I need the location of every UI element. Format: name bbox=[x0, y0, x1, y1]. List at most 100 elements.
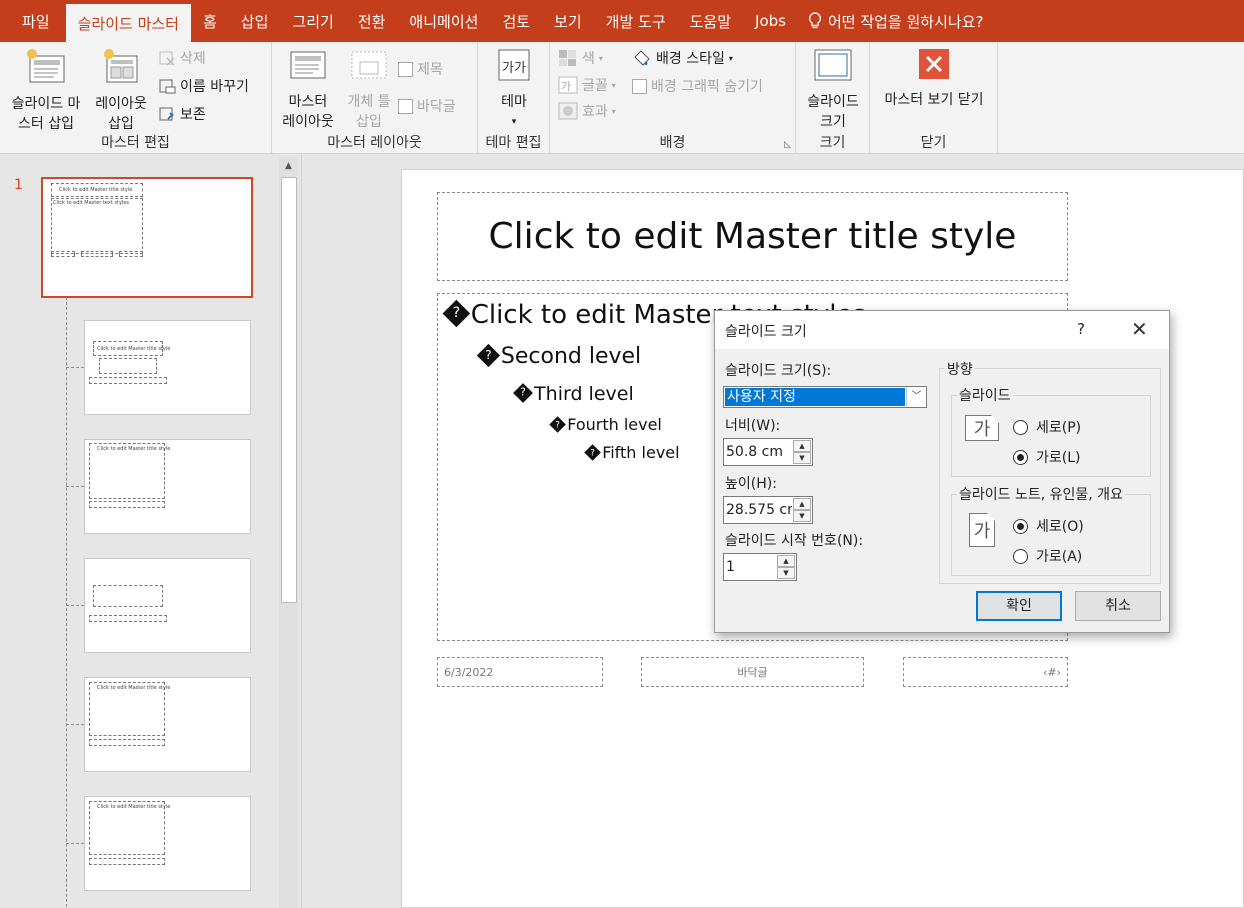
tab-insert[interactable]: 삽입 bbox=[229, 0, 281, 42]
thumb5-footer bbox=[89, 739, 165, 746]
title-check-box[interactable] bbox=[398, 61, 413, 77]
level-4-text: Fourth level bbox=[567, 415, 662, 434]
close-master-view-button[interactable]: 마스터 보기 닫기 bbox=[874, 48, 994, 110]
title-placeholder[interactable]: Click to edit Master title style bbox=[437, 192, 1068, 281]
tell-me-box[interactable]: 어떤 작업을 원하시나요? bbox=[798, 0, 983, 42]
scroll-thumb[interactable] bbox=[281, 177, 297, 603]
insert-layout-button[interactable]: 레이아웃 삽입 bbox=[90, 48, 152, 134]
notes-portrait-circle[interactable] bbox=[1013, 518, 1028, 534]
width-up-icon[interactable]: ▲ bbox=[793, 440, 811, 452]
footer-check-label: 바닥글 bbox=[417, 99, 456, 115]
height-spinner[interactable]: 28.575 cm ▲ ▼ bbox=[723, 496, 813, 524]
level-4-bullet-icon bbox=[549, 415, 566, 433]
themes-icon: 가가 bbox=[498, 49, 530, 81]
close-dialog-icon[interactable]: ✕ bbox=[1131, 317, 1148, 341]
chevron-down-icon[interactable]: ﹀ bbox=[906, 387, 926, 407]
thumb-title-text: Click to edit Master title style bbox=[59, 187, 133, 193]
footer-check-box[interactable] bbox=[398, 98, 413, 114]
thumb6-title-text: Click to edit Master title style bbox=[97, 804, 171, 810]
tab-home[interactable]: 홈 bbox=[191, 0, 229, 42]
preserve-button[interactable]: 보존 bbox=[158, 104, 206, 124]
slide-size-dialog: 슬라이드 크기 ? ✕ 슬라이드 크기(S): 사용자 지정 ﹀ 너비(W): … bbox=[714, 310, 1170, 633]
delete-button[interactable]: 삭제 bbox=[158, 48, 206, 68]
effects-button[interactable]: 효과 ▾ bbox=[558, 101, 616, 121]
menu-bar: 파일 슬라이드 마스터 홈 삽입 그리기 전환 애니메이션 검토 보기 개발 도… bbox=[0, 0, 1244, 42]
level-2-bullet-icon bbox=[476, 343, 500, 367]
thumbnail-layout-content[interactable]: Click to edit Master title style bbox=[84, 439, 251, 534]
date-placeholder[interactable]: 6/3/2022 bbox=[437, 657, 603, 687]
tab-animations[interactable]: 애니메이션 bbox=[397, 0, 490, 42]
start-number-spinner[interactable]: 1 ▲ ▼ bbox=[723, 553, 797, 581]
background-dialog-launcher-icon[interactable]: ◺ bbox=[784, 140, 791, 150]
dialog-title-bar[interactable]: 슬라이드 크기 ? ✕ bbox=[715, 311, 1169, 349]
tab-file[interactable]: 파일 bbox=[0, 0, 66, 42]
master-layout-icon bbox=[290, 51, 326, 79]
tab-jobs[interactable]: Jobs bbox=[743, 0, 798, 42]
thumbnail-layout-section[interactable] bbox=[84, 558, 251, 653]
thumb2-footer bbox=[89, 377, 167, 384]
scroll-up-icon[interactable]: ▲ bbox=[279, 157, 298, 175]
colors-button[interactable]: 색 ▾ bbox=[558, 48, 603, 68]
svg-text:가: 가 bbox=[561, 80, 571, 93]
slides-portrait-radio[interactable]: 세로(P) bbox=[1013, 417, 1081, 437]
notes-landscape-circle[interactable] bbox=[1013, 548, 1028, 564]
notes-portrait-radio[interactable]: 세로(O) bbox=[1013, 516, 1084, 536]
tab-help[interactable]: 도움말 bbox=[678, 0, 743, 42]
background-styles-button[interactable]: 배경 스타일 ▾ bbox=[632, 48, 733, 68]
thumbnail-number: 1 bbox=[14, 177, 23, 193]
width-down-icon[interactable]: ▼ bbox=[793, 452, 811, 464]
slides-landscape-radio[interactable]: 가로(L) bbox=[1013, 447, 1080, 467]
height-up-icon[interactable]: ▲ bbox=[793, 498, 811, 510]
start-up-icon[interactable]: ▲ bbox=[777, 555, 795, 567]
slide-size-button[interactable]: 슬라이드 크기 bbox=[798, 48, 868, 132]
insert-slide-master-button[interactable]: 슬라이드 마 스터 삽입 bbox=[4, 48, 88, 134]
slide-size-label: 슬라이드 크기 bbox=[807, 94, 859, 130]
height-value[interactable]: 28.575 cm bbox=[726, 502, 792, 518]
ok-button[interactable]: 확인 bbox=[976, 591, 1062, 621]
notes-landscape-radio[interactable]: 가로(A) bbox=[1013, 546, 1082, 566]
fonts-button[interactable]: 가 글꼴 ▾ bbox=[558, 75, 616, 95]
height-down-icon[interactable]: ▼ bbox=[793, 510, 811, 522]
layout-connector bbox=[66, 297, 67, 908]
footer-checkbox[interactable]: 바닥글 bbox=[398, 96, 456, 116]
insert-placeholder-button[interactable]: 개체 틀 삽입 bbox=[342, 48, 396, 132]
themes-button[interactable]: 가가 테마 ▾ bbox=[484, 48, 544, 132]
level-5: Fifth level bbox=[584, 443, 680, 462]
hide-background-checkbox[interactable]: 배경 그래픽 숨기기 bbox=[632, 76, 763, 96]
master-layout-button[interactable]: 마스터 레이아웃 bbox=[276, 48, 340, 132]
width-spinner[interactable]: 50.8 cm ▲ ▼ bbox=[723, 438, 813, 466]
footer-text: 바닥글 bbox=[737, 666, 768, 679]
title-text: Click to edit Master title style bbox=[488, 216, 1017, 257]
level-4: Fourth level bbox=[549, 415, 662, 434]
height-label: 높이(H): bbox=[725, 476, 777, 492]
tab-slide-master[interactable]: 슬라이드 마스터 bbox=[65, 4, 191, 42]
level-2-text: Second level bbox=[500, 344, 642, 369]
help-icon[interactable]: ? bbox=[1077, 320, 1085, 338]
width-value[interactable]: 50.8 cm bbox=[726, 444, 783, 460]
title-checkbox[interactable]: 제목 bbox=[398, 59, 443, 79]
thumbnail-scrollbar[interactable]: ▲ bbox=[279, 157, 298, 908]
group-size: 슬라이드 크기 크기 bbox=[796, 42, 870, 154]
tab-transitions[interactable]: 전환 bbox=[346, 0, 398, 42]
tab-view[interactable]: 보기 bbox=[542, 0, 594, 42]
slides-portrait-circle[interactable] bbox=[1013, 419, 1028, 435]
start-number-value[interactable]: 1 bbox=[726, 559, 735, 575]
hide-background-check-box[interactable] bbox=[632, 78, 647, 94]
thumbnail-layout-comparison[interactable]: Click to edit Master title style bbox=[84, 796, 251, 891]
thumbnail-layout-two-content[interactable]: Click to edit Master title style bbox=[84, 677, 251, 772]
tab-draw[interactable]: 그리기 bbox=[280, 0, 345, 42]
start-down-icon[interactable]: ▼ bbox=[777, 567, 795, 579]
slides-landscape-circle[interactable] bbox=[1013, 449, 1028, 465]
rename-button[interactable]: 이름 바꾸기 bbox=[158, 76, 249, 96]
slide-size-value: 사용자 지정 bbox=[725, 388, 905, 406]
cancel-button[interactable]: 취소 bbox=[1075, 591, 1161, 621]
slide-number-placeholder[interactable]: ‹#› bbox=[903, 657, 1068, 687]
connector-2 bbox=[66, 367, 84, 368]
thumbnail-master[interactable]: Click to edit Master title style Click t… bbox=[41, 177, 253, 298]
slide-size-select[interactable]: 사용자 지정 ﹀ bbox=[723, 386, 927, 408]
footer-placeholder[interactable]: 바닥글 bbox=[641, 657, 864, 687]
tab-review[interactable]: 검토 bbox=[490, 0, 542, 42]
fonts-label: 글꼴 bbox=[582, 78, 608, 94]
tab-developer[interactable]: 개발 도구 bbox=[594, 0, 678, 42]
thumbnail-layout-title[interactable]: Click to edit Master title style bbox=[84, 320, 251, 415]
